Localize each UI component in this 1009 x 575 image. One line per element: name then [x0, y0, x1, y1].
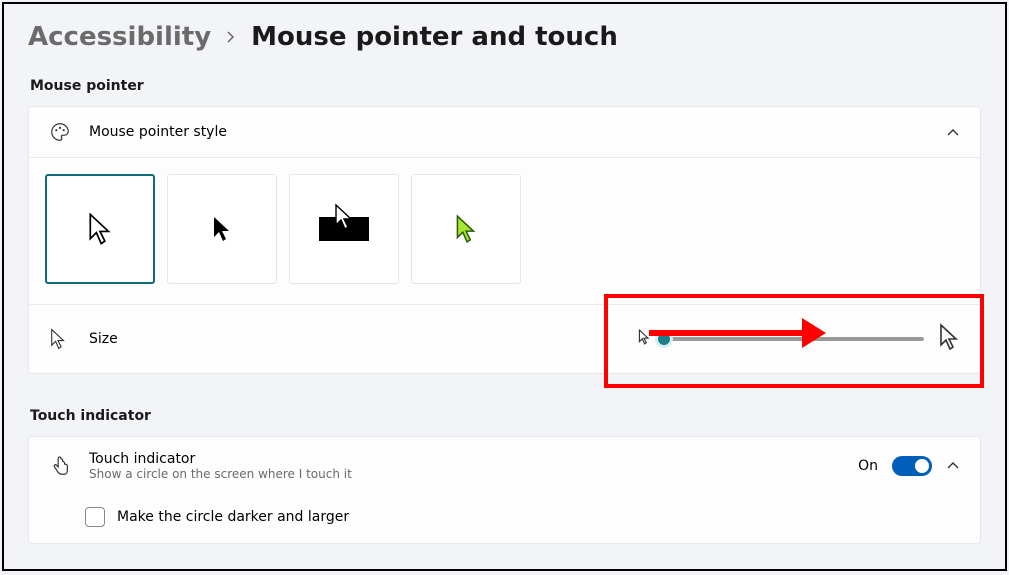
breadcrumb-parent[interactable]: Accessibility [28, 22, 211, 52]
settings-window: Accessibility Mouse pointer and touch Mo… [2, 2, 1007, 571]
touch-indicator-subtitle: Show a circle on the screen where I touc… [89, 467, 352, 481]
palette-icon [49, 121, 71, 143]
chevron-right-icon [225, 27, 237, 48]
pointer-size-label: Size [89, 331, 118, 347]
touch-indicator-toggle[interactable] [892, 456, 932, 476]
pointer-outline-icon [49, 328, 71, 350]
chevron-up-icon[interactable] [946, 125, 960, 139]
pointer-style-inverted[interactable] [289, 174, 399, 284]
pointer-style-custom[interactable] [411, 174, 521, 284]
breadcrumb: Accessibility Mouse pointer and touch [28, 4, 981, 72]
section-mouse-pointer-label: Mouse pointer [30, 78, 981, 94]
touch-darker-row: Make the circle darker and larger [29, 495, 980, 543]
pointer-size-thumb[interactable] [655, 330, 673, 348]
section-touch-indicator-label: Touch indicator [30, 408, 981, 424]
pointer-size-slider[interactable] [664, 337, 924, 341]
pointer-style-black[interactable] [167, 174, 277, 284]
touch-indicator-header[interactable]: Touch indicator Show a circle on the scr… [29, 437, 980, 495]
pointer-style-options [29, 158, 980, 304]
mouse-pointer-card: Mouse pointer style [28, 106, 981, 374]
touch-icon [49, 455, 71, 477]
touch-darker-label: Make the circle darker and larger [117, 509, 349, 525]
pointer-style-white[interactable] [45, 174, 155, 284]
pointer-small-icon [638, 329, 650, 349]
touch-indicator-title: Touch indicator [89, 451, 352, 467]
page-title: Mouse pointer and touch [251, 22, 618, 52]
chevron-up-icon[interactable] [946, 459, 960, 473]
touch-indicator-state: On [858, 458, 878, 474]
pointer-style-title: Mouse pointer style [89, 124, 928, 140]
touch-darker-checkbox[interactable] [85, 507, 105, 527]
pointer-size-control [638, 323, 960, 355]
pointer-size-row: Size [29, 304, 980, 373]
pointer-large-icon [938, 323, 960, 355]
pointer-style-header[interactable]: Mouse pointer style [29, 107, 980, 158]
touch-indicator-card: Touch indicator Show a circle on the scr… [28, 436, 981, 544]
